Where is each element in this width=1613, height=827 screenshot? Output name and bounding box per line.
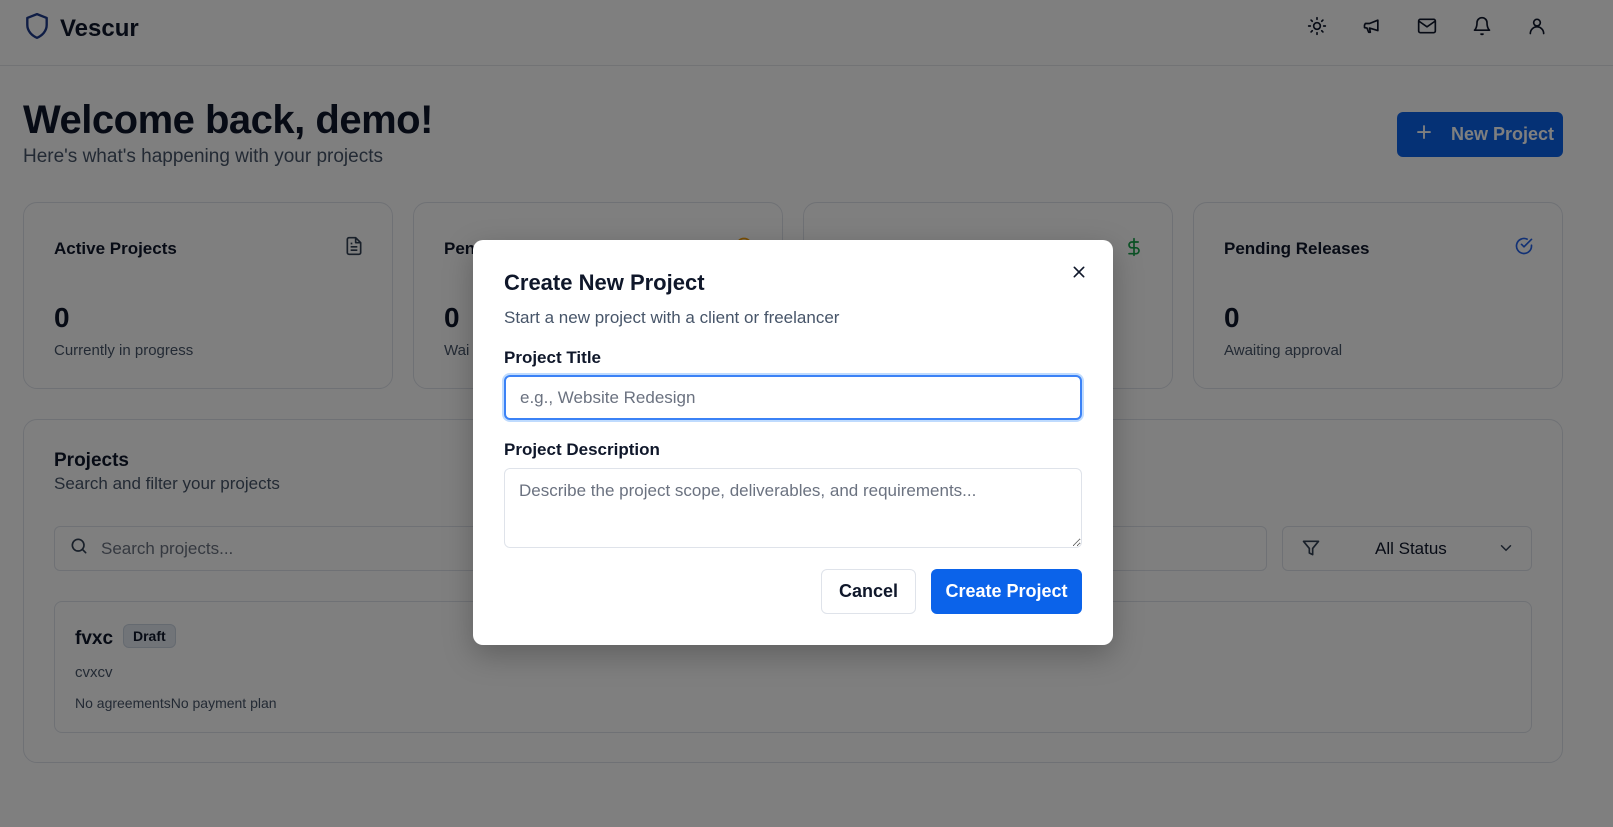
dialog-title: Create New Project: [504, 270, 705, 295]
project-description-textarea[interactable]: [504, 468, 1082, 548]
create-project-button[interactable]: Create Project: [931, 569, 1082, 614]
dialog-subtitle: Start a new project with a client or fre…: [504, 308, 840, 327]
create-project-dialog: Create New Project Start a new project w…: [473, 240, 1113, 645]
project-title-input[interactable]: [504, 375, 1082, 420]
project-title-label: Project Title: [504, 348, 601, 367]
close-icon[interactable]: [1067, 260, 1091, 284]
project-description-label: Project Description: [504, 440, 660, 459]
cancel-button[interactable]: Cancel: [821, 569, 916, 614]
